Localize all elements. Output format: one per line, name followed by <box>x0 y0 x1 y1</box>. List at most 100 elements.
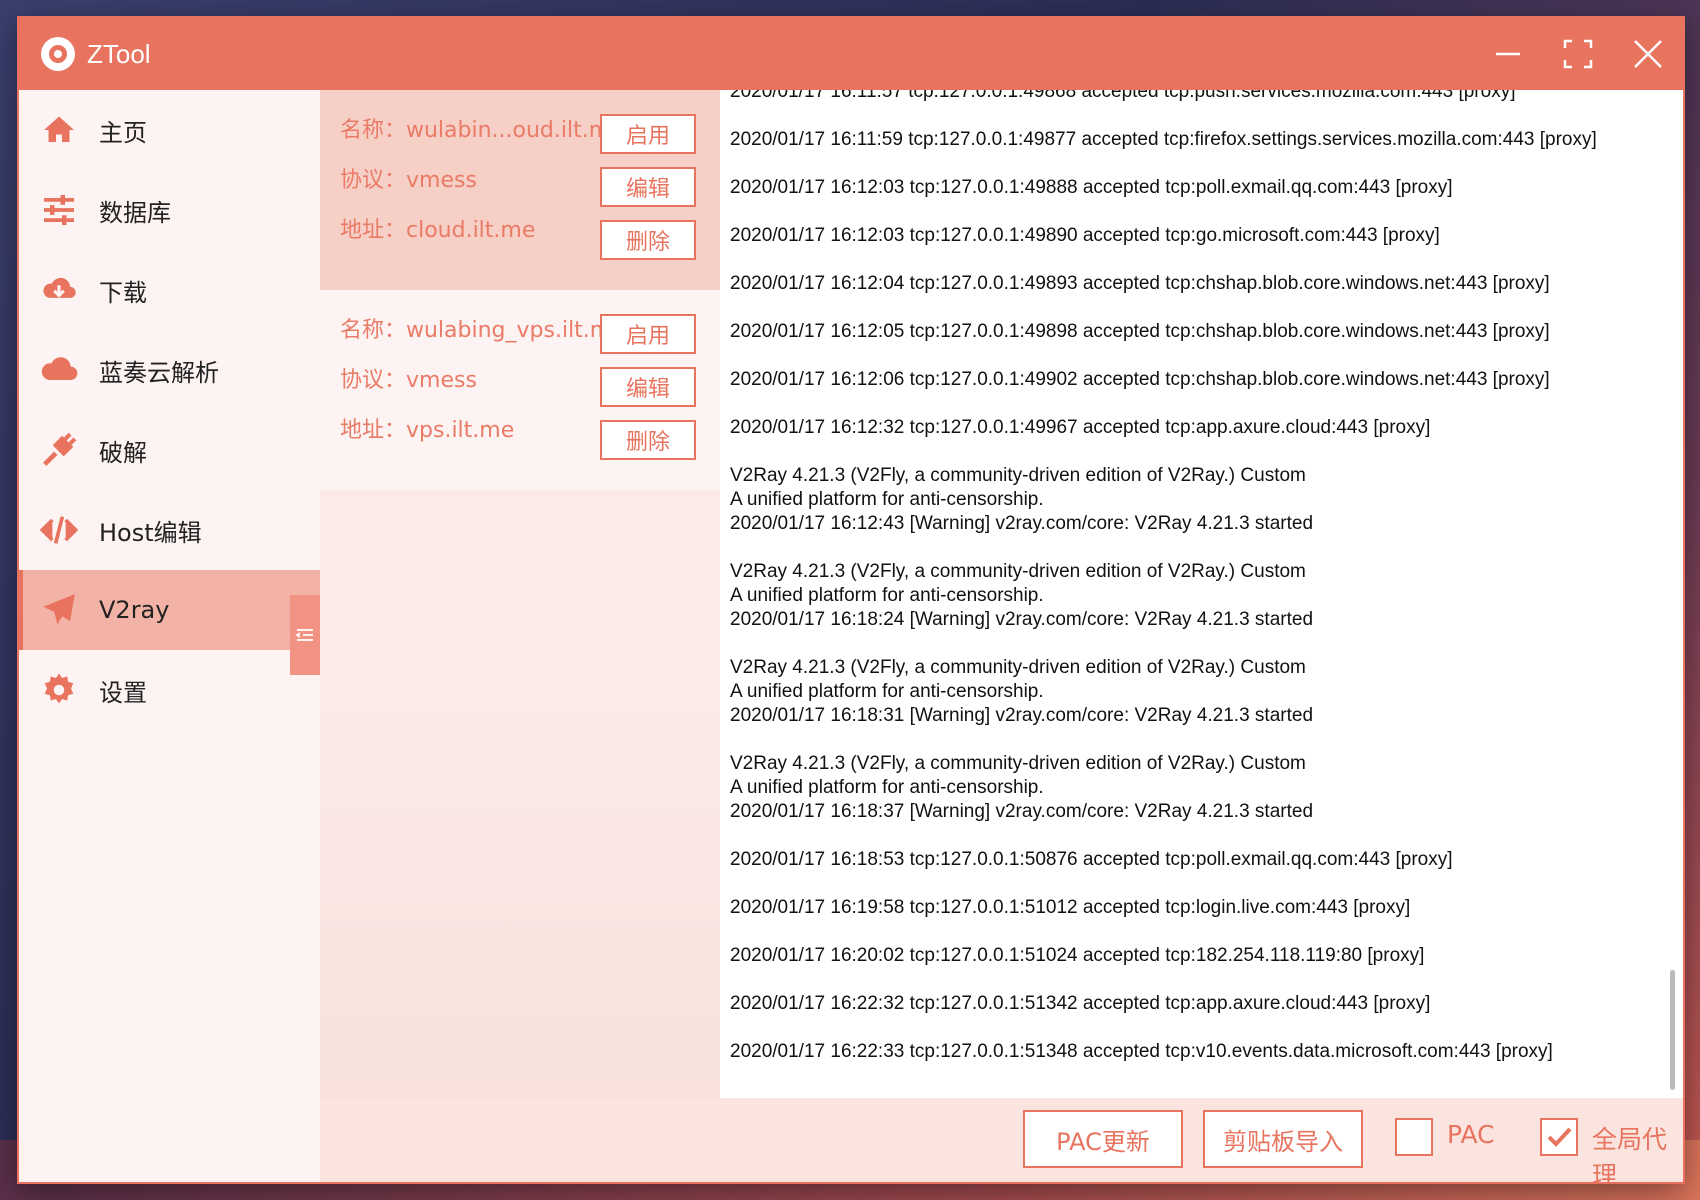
log-line: 2020/01/17 16:12:04 tcp:127.0.0.1:49893 … <box>730 273 1550 294</box>
log-line: 2020/01/17 16:22:33 tcp:127.0.0.1:51348 … <box>730 1041 1553 1062</box>
log-line: 2020/01/17 16:11:59 tcp:127.0.0.1:49877 … <box>730 129 1597 150</box>
log-entry: 2020/01/17 16:11:57 tcp:127.0.0.1:49868 … <box>730 90 1653 104</box>
server-card[interactable]: 名称：wulabing_vps.ilt.m 协议：vmess 地址：vps.il… <box>320 290 720 490</box>
log-entry: 2020/01/17 16:12:04 tcp:127.0.0.1:49893 … <box>730 272 1653 296</box>
clipboard-import-button[interactable]: 剪贴板导入 <box>1203 1110 1363 1168</box>
gear-icon <box>39 670 79 710</box>
home-icon <box>39 110 79 150</box>
app-logo-icon <box>41 37 75 71</box>
log-line: V2Ray 4.21.3 (V2Fly, a community-driven … <box>730 657 1306 678</box>
sidebar: 主页 数据库 下载 蓝奏云解析 破解 Host编辑 V2ray 设置 <box>19 90 320 1182</box>
pac-checkbox[interactable] <box>1395 1118 1433 1156</box>
server-address: 地址：cloud.ilt.me <box>340 218 536 243</box>
server-card[interactable]: 名称：wulabin...oud.ilt.m 协议：vmess 地址：cloud… <box>320 90 720 290</box>
global-proxy-checkbox[interactable] <box>1540 1118 1578 1156</box>
log-line: V2Ray 4.21.3 (V2Fly, a community-driven … <box>730 465 1306 486</box>
log-line: 2020/01/17 16:12:03 tcp:127.0.0.1:49888 … <box>730 177 1453 198</box>
bottom-toolbar: PAC更新 剪贴板导入 PAC 全局代理 <box>320 1098 1683 1182</box>
log-line: A unified platform for anti-censorship. <box>730 585 1044 606</box>
close-icon <box>1634 40 1662 68</box>
maximize-icon <box>1563 39 1593 69</box>
log-entry: 2020/01/17 16:19:58 tcp:127.0.0.1:51012 … <box>730 896 1653 920</box>
edit-button[interactable]: 编辑 <box>600 367 696 407</box>
log-entry: V2Ray 4.21.3 (V2Fly, a community-driven … <box>730 752 1653 824</box>
log-entry: 2020/01/17 16:22:32 tcp:127.0.0.1:51342 … <box>730 992 1653 1016</box>
sidebar-item-v2ray[interactable]: V2ray <box>19 570 320 650</box>
sidebar-item-label: 主页 <box>99 118 147 147</box>
collapse-menu-icon <box>295 629 313 641</box>
paper-plane-icon <box>39 590 79 630</box>
log-line: 2020/01/17 16:12:32 tcp:127.0.0.1:49967 … <box>730 417 1431 438</box>
log-entry: 2020/01/17 16:11:59 tcp:127.0.0.1:49877 … <box>730 128 1653 152</box>
log-entry: 2020/01/17 16:12:03 tcp:127.0.0.1:49890 … <box>730 224 1653 248</box>
collapse-panel-toggle[interactable] <box>290 595 320 675</box>
sidebar-item-label: V2ray <box>99 596 170 624</box>
delete-button[interactable]: 删除 <box>600 220 696 260</box>
log-line: A unified platform for anti-censorship. <box>730 777 1044 798</box>
delete-button[interactable]: 删除 <box>600 420 696 460</box>
sidebar-item-label: 数据库 <box>99 198 171 227</box>
edit-button[interactable]: 编辑 <box>600 167 696 207</box>
log-entry: 2020/01/17 16:22:33 tcp:127.0.0.1:51348 … <box>730 1040 1653 1064</box>
server-address: 地址：vps.ilt.me <box>340 418 515 443</box>
enable-button[interactable]: 启用 <box>600 114 696 154</box>
log-line: 2020/01/17 16:20:02 tcp:127.0.0.1:51024 … <box>730 945 1425 966</box>
title-bar: ZTool <box>19 18 1683 90</box>
close-button[interactable] <box>1613 18 1683 90</box>
window-controls <box>1473 18 1683 90</box>
log-line: 2020/01/17 16:11:57 tcp:127.0.0.1:49868 … <box>730 90 1516 102</box>
log-entry: 2020/01/17 16:20:02 tcp:127.0.0.1:51024 … <box>730 944 1653 968</box>
sidebar-item-settings[interactable]: 设置 <box>19 650 320 730</box>
plug-icon <box>39 430 79 470</box>
pac-checkbox-label[interactable]: PAC <box>1447 1120 1495 1149</box>
log-entry: 2020/01/17 16:12:03 tcp:127.0.0.1:49888 … <box>730 176 1653 200</box>
log-line: 2020/01/17 16:18:37 [Warning] v2ray.com/… <box>730 801 1314 822</box>
server-name: 名称：wulabing_vps.ilt.m <box>340 318 605 343</box>
log-line: 2020/01/17 16:18:31 [Warning] v2ray.com/… <box>730 705 1314 726</box>
log-line: 2020/01/17 16:12:03 tcp:127.0.0.1:49890 … <box>730 225 1440 246</box>
minimize-button[interactable] <box>1473 18 1543 90</box>
sidebar-item-download[interactable]: 下载 <box>19 250 320 330</box>
log-line: 2020/01/17 16:18:53 tcp:127.0.0.1:50876 … <box>730 849 1453 870</box>
sidebar-item-label: 下载 <box>99 278 147 307</box>
log-output[interactable]: 2020/01/17 16:11:57 tcp:127.0.0.1:49868 … <box>720 90 1683 1098</box>
code-icon <box>39 510 79 550</box>
server-protocol: 协议：vmess <box>340 168 477 193</box>
global-proxy-label[interactable]: 全局代理 <box>1592 1120 1683 1182</box>
log-line: 2020/01/17 16:12:06 tcp:127.0.0.1:49902 … <box>730 369 1550 390</box>
server-protocol: 协议：vmess <box>340 368 477 393</box>
log-line: 2020/01/17 16:12:05 tcp:127.0.0.1:49898 … <box>730 321 1550 342</box>
cloud-download-icon <box>39 270 79 310</box>
log-line: A unified platform for anti-censorship. <box>730 681 1044 702</box>
maximize-button[interactable] <box>1543 18 1613 90</box>
log-line: 2020/01/17 16:22:32 tcp:127.0.0.1:51342 … <box>730 993 1431 1014</box>
sidebar-item-crack[interactable]: 破解 <box>19 410 320 490</box>
sidebar-item-label: 破解 <box>99 438 147 467</box>
sidebar-item-label: 蓝奏云解析 <box>99 358 219 387</box>
log-entry: 2020/01/17 16:12:32 tcp:127.0.0.1:49967 … <box>730 416 1653 440</box>
log-line: 2020/01/17 16:12:43 [Warning] v2ray.com/… <box>730 513 1314 534</box>
server-list: 名称：wulabin...oud.ilt.m 协议：vmess 地址：cloud… <box>320 90 720 1098</box>
log-entry: V2Ray 4.21.3 (V2Fly, a community-driven … <box>730 656 1653 728</box>
log-entry: 2020/01/17 16:12:05 tcp:127.0.0.1:49898 … <box>730 320 1653 344</box>
log-line: 2020/01/17 16:18:24 [Warning] v2ray.com/… <box>730 609 1314 630</box>
log-line: 2020/01/17 16:19:58 tcp:127.0.0.1:51012 … <box>730 897 1411 918</box>
sidebar-item-host-edit[interactable]: Host编辑 <box>19 490 320 570</box>
app-window: ZTool 主页 数据库 下载 蓝奏云解析 破解 Host编辑 V2ray 设置… <box>19 18 1683 1182</box>
log-entry: 2020/01/17 16:18:53 tcp:127.0.0.1:50876 … <box>730 848 1653 872</box>
pac-update-button[interactable]: PAC更新 <box>1023 1110 1183 1168</box>
log-entry: V2Ray 4.21.3 (V2Fly, a community-driven … <box>730 464 1653 536</box>
log-list: 2020/01/17 16:11:57 tcp:127.0.0.1:49868 … <box>730 90 1653 1088</box>
server-name: 名称：wulabin...oud.ilt.m <box>340 118 605 143</box>
sliders-icon <box>39 190 79 230</box>
log-scrollbar[interactable] <box>1670 970 1675 1090</box>
log-entry: 2020/01/17 16:12:06 tcp:127.0.0.1:49902 … <box>730 368 1653 392</box>
log-entry: V2Ray 4.21.3 (V2Fly, a community-driven … <box>730 560 1653 632</box>
log-line: A unified platform for anti-censorship. <box>730 489 1044 510</box>
sidebar-item-database[interactable]: 数据库 <box>19 170 320 250</box>
sidebar-item-home[interactable]: 主页 <box>19 90 320 170</box>
log-line: V2Ray 4.21.3 (V2Fly, a community-driven … <box>730 753 1306 774</box>
sidebar-item-lanzou[interactable]: 蓝奏云解析 <box>19 330 320 410</box>
checkmark-icon <box>1547 1127 1572 1147</box>
enable-button[interactable]: 启用 <box>600 314 696 354</box>
